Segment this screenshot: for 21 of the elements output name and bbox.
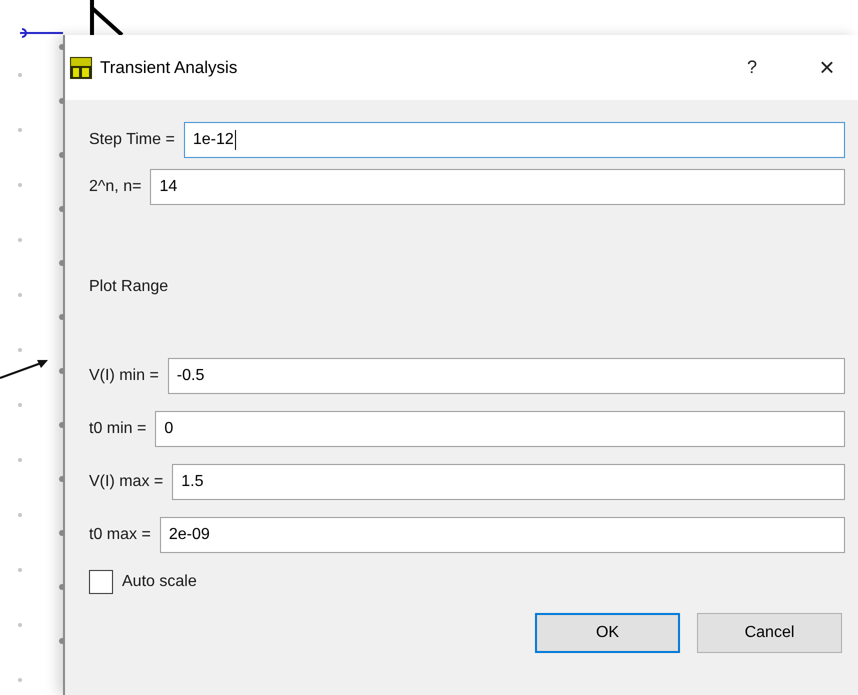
- close-button[interactable]: ×: [812, 48, 842, 87]
- input-field[interactable]: 2e-09: [160, 517, 845, 553]
- field-label: t0 min =: [89, 419, 146, 439]
- field-label: 2^n, n=: [89, 177, 142, 197]
- input-field[interactable]: 1e-12: [184, 122, 845, 158]
- field-label: t0 max =: [89, 525, 151, 545]
- input-field[interactable]: -0.5: [168, 358, 845, 394]
- input-field[interactable]: 14: [150, 169, 845, 205]
- input-field[interactable]: 1.5: [172, 464, 845, 500]
- window-title: Transient Analysis: [100, 56, 238, 79]
- dialog-button[interactable]: OK: [535, 613, 680, 653]
- field-label: V(I) max =: [89, 472, 164, 492]
- checkbox[interactable]: [89, 570, 113, 594]
- field-label: Step Time =: [89, 130, 175, 150]
- help-button[interactable]: ?: [732, 54, 772, 81]
- checkbox-label: Auto scale: [122, 572, 197, 592]
- input-field[interactable]: 0: [155, 411, 845, 447]
- section-title: Plot Range: [89, 277, 170, 297]
- app-icon: [70, 56, 92, 78]
- dialog-button[interactable]: Cancel: [697, 613, 842, 653]
- field-label: V(I) min =: [89, 366, 159, 386]
